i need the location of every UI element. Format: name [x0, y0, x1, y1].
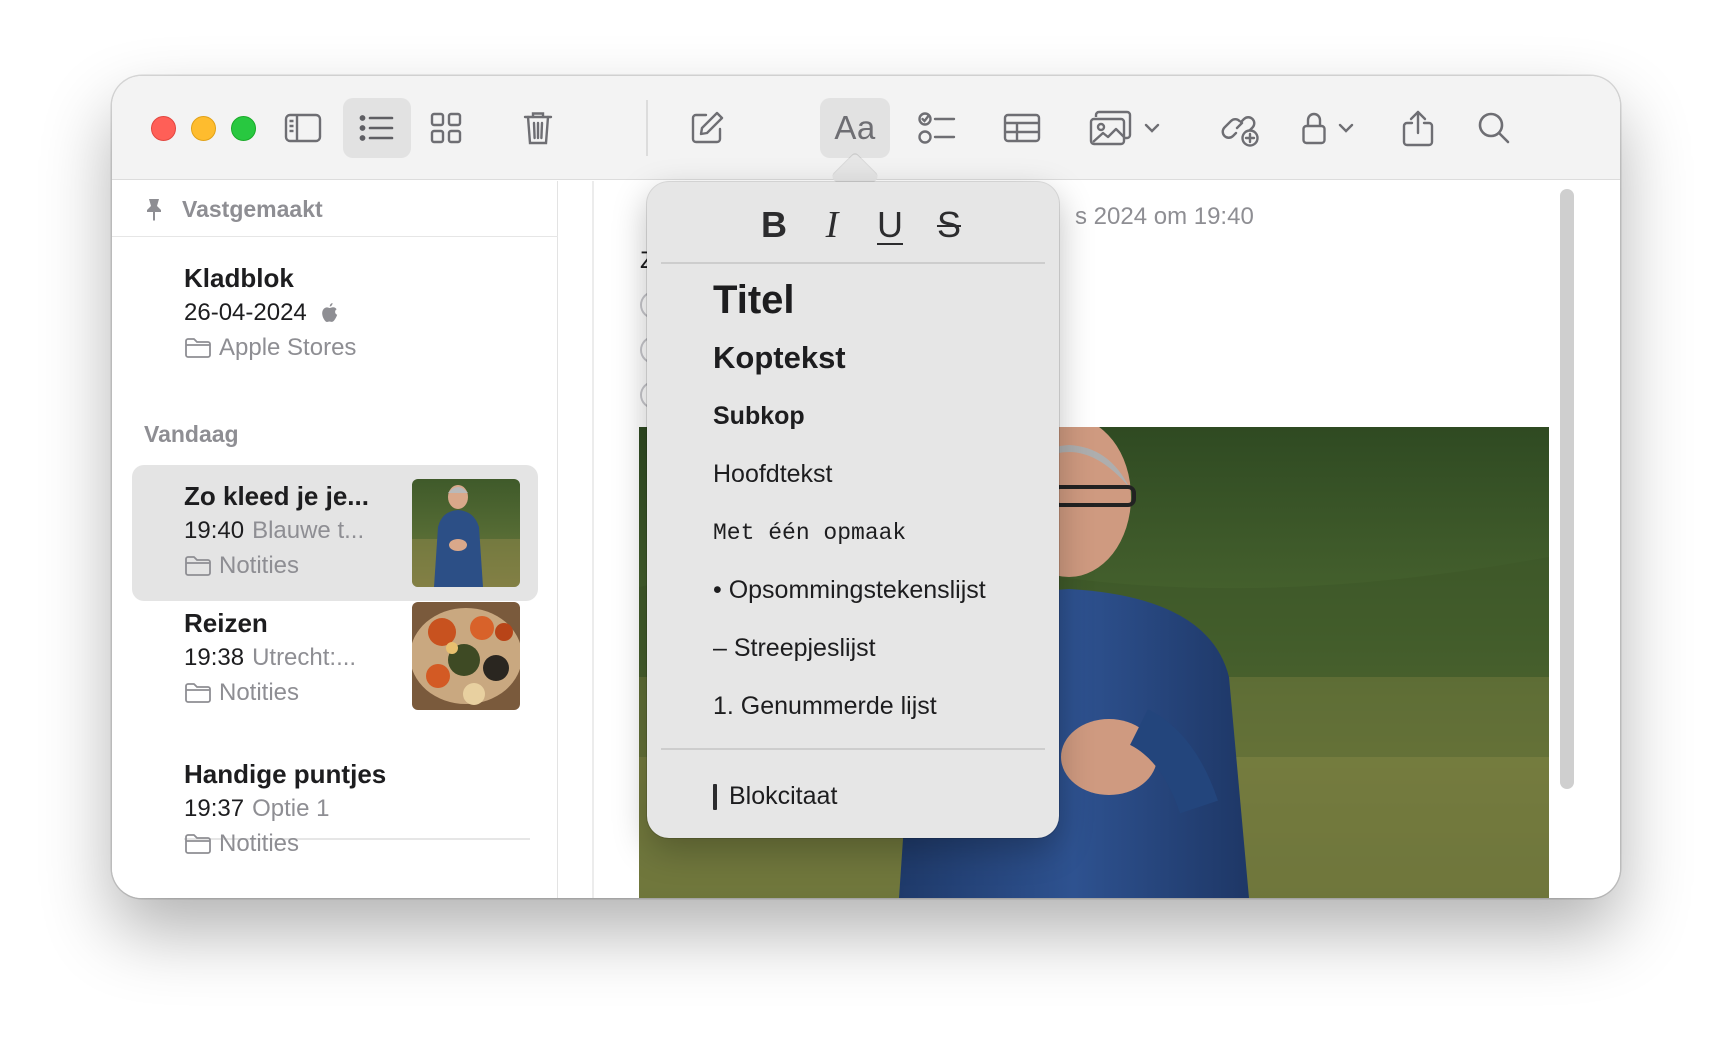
apple-logo-icon [321, 303, 337, 322]
folder-icon [185, 683, 211, 703]
note-thumbnail [412, 602, 520, 710]
note-folder-name: Notities [219, 830, 300, 857]
strikethrough-button[interactable]: S [924, 200, 974, 250]
new-note-button[interactable] [687, 98, 727, 158]
table-button[interactable] [1001, 98, 1043, 158]
note-folder: Notities [184, 679, 299, 707]
note-date: 26-04-2024 [184, 299, 338, 327]
note-title: Zo kleed je je... [184, 481, 369, 511]
underline-button[interactable]: U [865, 200, 915, 250]
note-meta: 19:38 Utrecht:... [184, 644, 356, 672]
note-preview: Utrecht:... [252, 644, 357, 671]
format-button[interactable]: Aa [820, 98, 890, 158]
note-time: 19:38 [184, 644, 245, 671]
style-heading[interactable]: Koptekst [713, 340, 846, 376]
style-numbered-list[interactable]: 1. Genummerde lijst [713, 692, 937, 721]
style-title[interactable]: Titel [713, 278, 795, 323]
style-body[interactable]: Hoofdtekst [713, 460, 833, 489]
search-icon [1478, 112, 1510, 144]
note-preview: Optie 1 [252, 795, 330, 822]
note-title: Kladblok [184, 263, 294, 293]
pin-icon [147, 199, 161, 221]
toolbar-separator [646, 100, 648, 156]
maximize-window-button[interactable] [231, 116, 256, 141]
note-folder: Apple Stores [184, 334, 356, 362]
style-subheading[interactable]: Subkop [713, 402, 805, 431]
gallery-view-button[interactable] [426, 98, 466, 158]
style-monostyled[interactable]: Met één opmaak [713, 520, 906, 546]
photo-icon [1089, 110, 1132, 146]
list-item[interactable]: Zo kleed je je... 19:40 Blauwe t... Notit… [132, 465, 538, 601]
style-bulleted-list[interactable]: • Opsommingstekenslijst [713, 576, 986, 605]
note-folder-name: Notities [219, 679, 300, 706]
delete-button[interactable] [520, 98, 556, 158]
minimize-window-button[interactable] [191, 116, 216, 141]
note-preview: Blauwe t... [252, 517, 365, 544]
blockquote-bar-icon [713, 783, 717, 810]
note-edit-date: s 2024 om 19:40 [1075, 203, 1254, 230]
note-time: 19:40 [184, 517, 245, 544]
style-blockquote[interactable]: Blokcitaat [713, 782, 837, 811]
sidebar-toggle-button[interactable] [280, 98, 326, 158]
trash-icon [523, 112, 553, 145]
note-meta: 19:40 Blauwe t... [184, 517, 364, 545]
note-time: 19:37 [184, 795, 245, 822]
table-icon [1003, 113, 1041, 143]
compose-icon [691, 111, 724, 144]
link-add-icon [1221, 116, 1259, 147]
chevron-down-icon [1338, 123, 1354, 133]
grid-icon [430, 112, 462, 144]
chevron-down-icon [1144, 123, 1160, 133]
pinned-section-header: Vastgemaakt [112, 181, 558, 237]
italic-button[interactable]: I [807, 200, 857, 250]
close-window-button[interactable] [151, 116, 176, 141]
popover-divider [661, 262, 1045, 264]
sidebar-icon [284, 113, 322, 143]
note-list: Vastgemaakt Kladblok 26-04-2024 Apple St… [112, 181, 558, 898]
folder-icon [185, 338, 211, 358]
note-folder-name: Apple Stores [219, 334, 357, 361]
note-folder: Notities [184, 830, 299, 858]
bold-button[interactable]: B [749, 200, 799, 250]
note-title: Reizen [184, 608, 268, 638]
list-item[interactable]: Kladblok 26-04-2024 Apple Stores [132, 251, 538, 387]
lock-button[interactable] [1295, 98, 1361, 158]
folder-icon [185, 556, 211, 576]
editor-scrollbar[interactable] [1560, 189, 1574, 789]
media-button[interactable] [1086, 98, 1164, 158]
format-label: Aa [834, 109, 876, 146]
editor-edge [592, 181, 594, 898]
folder-icon [185, 834, 211, 854]
note-date-text: 26-04-2024 [184, 299, 307, 326]
note-title: Handige puntjes [184, 759, 387, 789]
collaborate-button[interactable] [1220, 98, 1262, 158]
search-button[interactable] [1474, 98, 1514, 158]
pinned-label: Vastgemaakt [182, 196, 323, 222]
list-view-button[interactable] [343, 98, 411, 158]
checklist-icon [918, 112, 956, 144]
note-folder-name: Notities [219, 552, 300, 579]
format-popover: B I U S Titel Koptekst Subkop Hoofdtekst… [647, 182, 1059, 838]
note-meta: 19:37 Optie 1 [184, 795, 329, 823]
share-button[interactable] [1398, 98, 1438, 158]
share-icon [1402, 110, 1434, 147]
style-dashed-list[interactable]: – Streepjeslijst [713, 634, 876, 663]
note-thumbnail [412, 479, 520, 587]
checklist-button[interactable] [916, 98, 958, 158]
list-item[interactable]: Reizen 19:38 Utrecht:... Notities [132, 602, 538, 738]
list-item[interactable]: Handige puntjes 19:37 Optie 1 Notities [132, 747, 538, 883]
today-section-header: Vandaag [144, 421, 239, 447]
popover-divider [661, 748, 1045, 750]
list-icon [359, 115, 394, 141]
lock-icon [1302, 112, 1326, 145]
note-folder: Notities [184, 552, 299, 580]
style-blockquote-label: Blokcitaat [729, 782, 838, 810]
